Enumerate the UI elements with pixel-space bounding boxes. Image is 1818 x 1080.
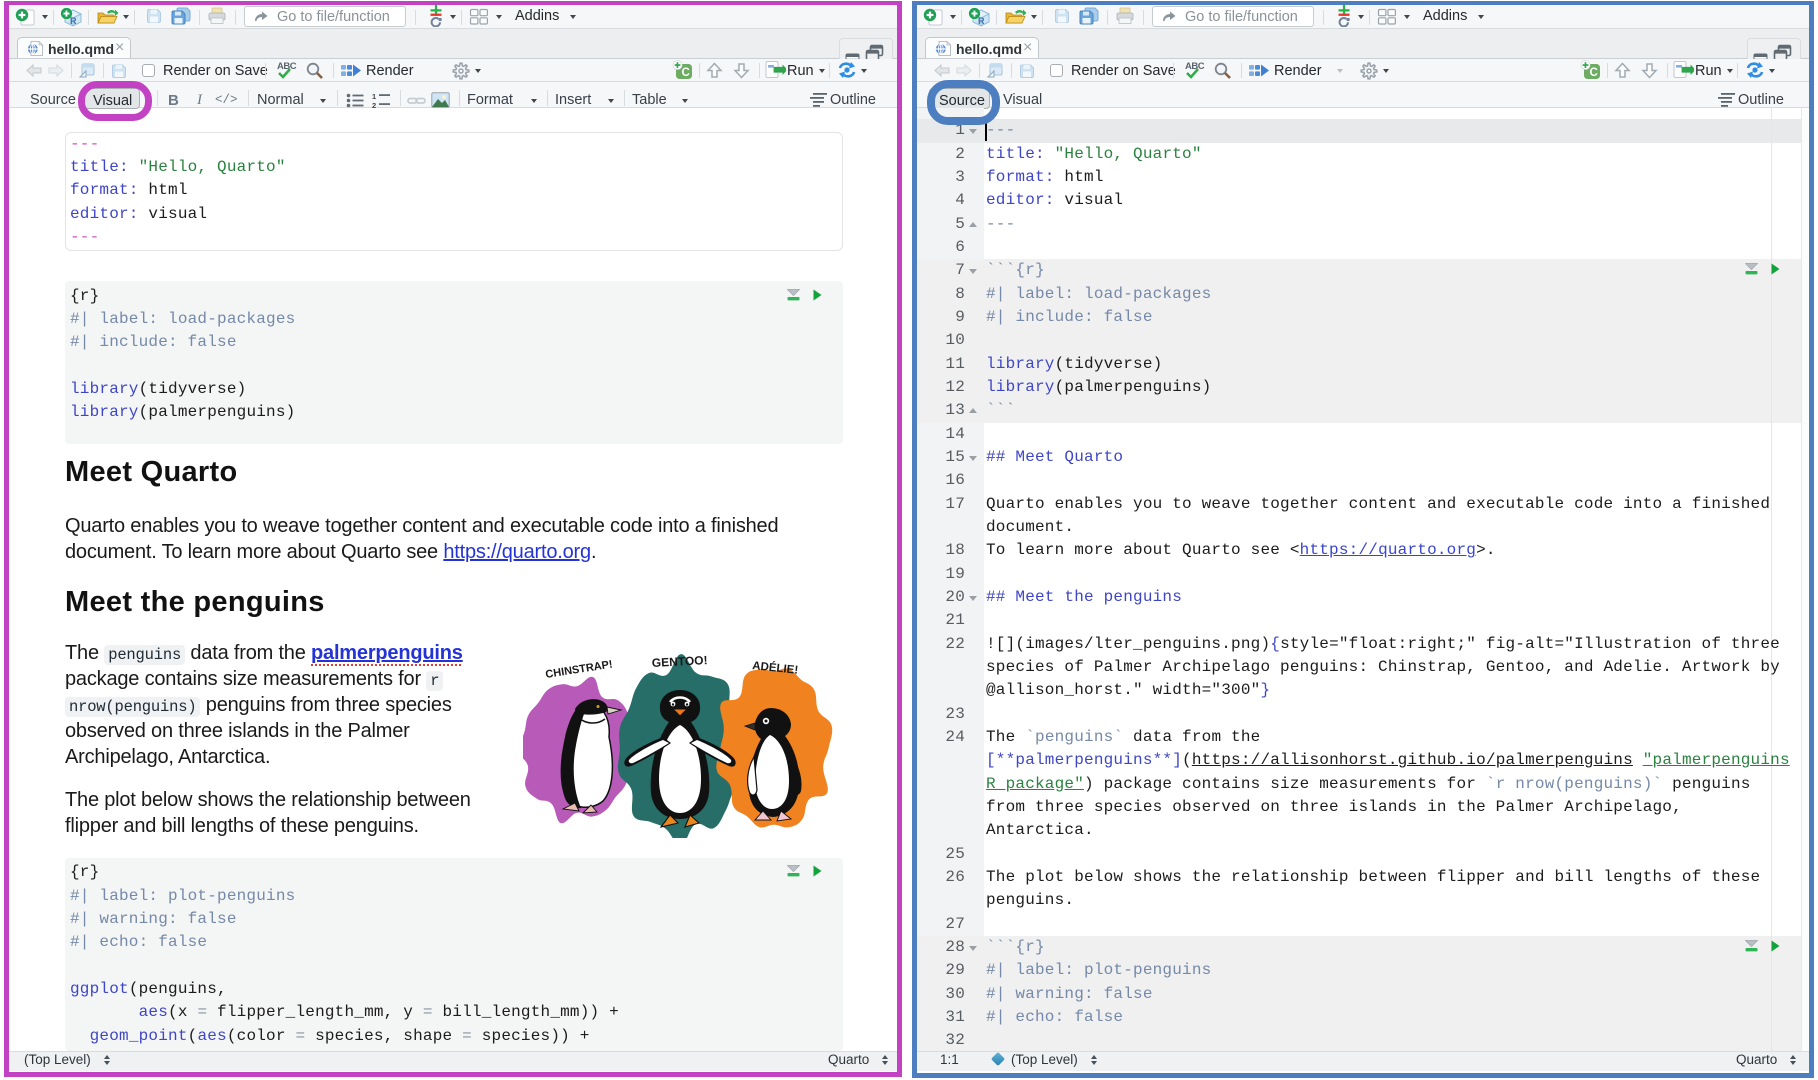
svg-text:R: R bbox=[978, 16, 985, 26]
svg-text:ABC: ABC bbox=[1185, 61, 1205, 72]
svg-text:1: 1 bbox=[372, 92, 376, 101]
svg-text:GENTOO!: GENTOO! bbox=[651, 653, 707, 670]
svg-text:C: C bbox=[1590, 67, 1598, 79]
svg-text:ABC: ABC bbox=[277, 61, 297, 72]
svg-text:CHINSTRAP!: CHINSTRAP! bbox=[545, 658, 614, 680]
svg-text:C: C bbox=[682, 67, 690, 79]
svg-text:2: 2 bbox=[372, 101, 376, 109]
svg-text:R: R bbox=[70, 16, 77, 26]
